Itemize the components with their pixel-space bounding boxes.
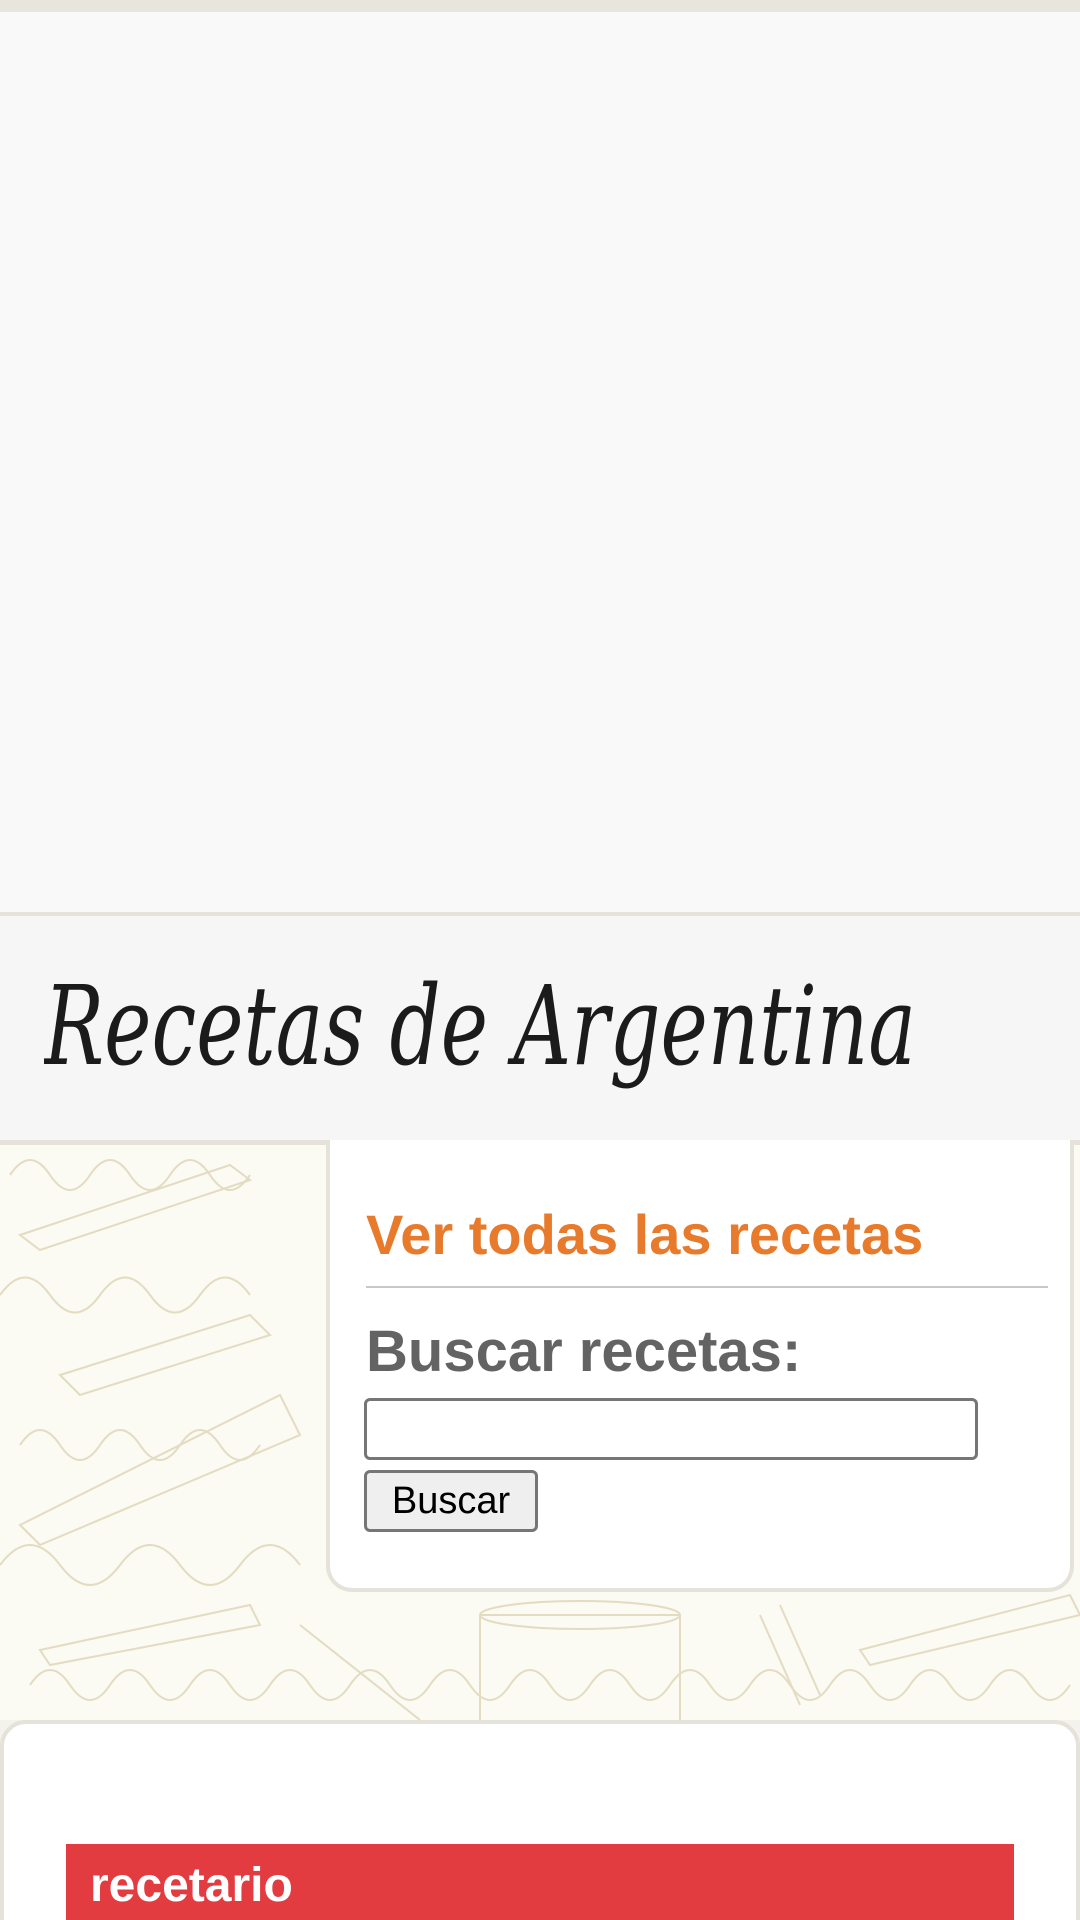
section-title: recetario	[90, 1859, 293, 1912]
section-header: recetario	[66, 1844, 1014, 1920]
ad-placeholder	[0, 12, 1080, 916]
search-panel: Ver todas las recetas Buscar recetas: Bu…	[326, 1140, 1074, 1592]
site-logo-image: Recetas de Argentina	[43, 962, 916, 1090]
site-logo[interactable]: Recetas de Argentina	[43, 960, 924, 1120]
page: Recetas de Argentina Ver todas las recet…	[0, 0, 1080, 1920]
search-input[interactable]	[364, 1398, 978, 1460]
divider	[366, 1286, 1048, 1288]
search-button[interactable]: Buscar	[364, 1470, 538, 1532]
top-bar	[0, 0, 1080, 12]
search-label: Buscar recetas:	[366, 1319, 802, 1384]
all-recipes-link[interactable]: Ver todas las recetas	[366, 1202, 923, 1267]
logo-text: Recetas de Argentina	[44, 962, 916, 1090]
